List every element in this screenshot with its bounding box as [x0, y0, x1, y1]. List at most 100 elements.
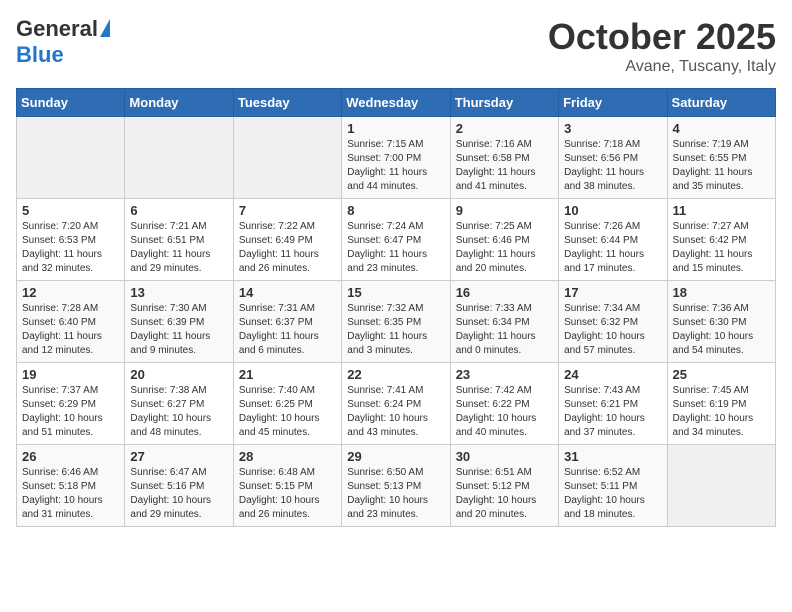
day-info: Sunrise: 7:45 AM Sunset: 6:19 PM Dayligh…: [673, 384, 770, 440]
calendar-table: SundayMondayTuesdayWednesdayThursdayFrid…: [16, 88, 776, 527]
calendar-cell: 13Sunrise: 7:30 AM Sunset: 6:39 PM Dayli…: [125, 281, 233, 363]
weekday-monday: Monday: [125, 89, 233, 117]
day-info: Sunrise: 7:26 AM Sunset: 6:44 PM Dayligh…: [564, 220, 661, 276]
day-info: Sunrise: 7:18 AM Sunset: 6:56 PM Dayligh…: [564, 138, 661, 194]
day-info: Sunrise: 7:41 AM Sunset: 6:24 PM Dayligh…: [347, 384, 444, 440]
day-number: 24: [564, 367, 661, 382]
day-number: 15: [347, 285, 444, 300]
calendar-cell: 2 Sunrise: 7:16 AM Sunset: 6:58 PM Daylig…: [450, 117, 558, 199]
calendar-cell: 30 Sunrise: 6:51 AM Sunset: 5:12 PM Dayli…: [450, 445, 558, 527]
day-number: 2: [456, 121, 553, 136]
day-info: Sunrise: 7:28 AM Sunset: 6:40 PM Dayligh…: [22, 302, 119, 358]
day-number: 28: [239, 449, 336, 464]
calendar-cell: 14Sunrise: 7:31 AM Sunset: 6:37 PM Dayli…: [233, 281, 341, 363]
calendar-cell: 25 Sunrise: 7:45 AM Sunset: 6:19 PM Dayli…: [667, 363, 775, 445]
day-number: 3: [564, 121, 661, 136]
day-number: 25: [673, 367, 770, 382]
day-info: Sunrise: 7:32 AM Sunset: 6:35 PM Dayligh…: [347, 302, 444, 358]
day-info: Sunrise: 7:42 AM Sunset: 6:22 PM Dayligh…: [456, 384, 553, 440]
day-number: 19: [22, 367, 119, 382]
calendar-cell: 31 Sunrise: 6:52 AM Sunset: 5:11 PM Dayli…: [559, 445, 667, 527]
day-info: Sunrise: 7:19 AM Sunset: 6:55 PM Dayligh…: [673, 138, 770, 194]
day-info: Sunrise: 7:30 AM Sunset: 6:39 PM Dayligh…: [130, 302, 227, 358]
logo-general-text: General: [16, 16, 98, 42]
day-number: 4: [673, 121, 770, 136]
calendar-cell: 4 Sunrise: 7:19 AM Sunset: 6:55 PM Daylig…: [667, 117, 775, 199]
day-info: Sunrise: 7:15 AM Sunset: 7:00 PM Dayligh…: [347, 138, 444, 194]
day-number: 6: [130, 203, 227, 218]
day-number: 8: [347, 203, 444, 218]
calendar-cell: 23 Sunrise: 7:42 AM Sunset: 6:22 PM Dayli…: [450, 363, 558, 445]
day-number: 23: [456, 367, 553, 382]
page-header: General Blue October 2025 Avane, Tuscany…: [16, 16, 776, 76]
day-number: 26: [22, 449, 119, 464]
day-info: Sunrise: 6:50 AM Sunset: 5:13 PM Dayligh…: [347, 466, 444, 522]
month-heading: October 2025: [548, 16, 776, 58]
calendar-cell: 19 Sunrise: 7:37 AM Sunset: 6:29 PM Dayli…: [17, 363, 125, 445]
weekday-saturday: Saturday: [667, 89, 775, 117]
logo: General Blue: [16, 16, 110, 68]
day-info: Sunrise: 7:37 AM Sunset: 6:29 PM Dayligh…: [22, 384, 119, 440]
calendar-cell: 10Sunrise: 7:26 AM Sunset: 6:44 PM Dayli…: [559, 199, 667, 281]
logo-triangle-icon: [100, 19, 110, 37]
day-number: 31: [564, 449, 661, 464]
day-number: 12: [22, 285, 119, 300]
calendar-week-3: 12 Sunrise: 7:28 AM Sunset: 6:40 PM Dayli…: [17, 281, 776, 363]
weekday-friday: Friday: [559, 89, 667, 117]
day-info: Sunrise: 7:22 AM Sunset: 6:49 PM Dayligh…: [239, 220, 336, 276]
calendar-cell: [667, 445, 775, 527]
day-info: Sunrise: 7:21 AM Sunset: 6:51 PM Dayligh…: [130, 220, 227, 276]
month-title: October 2025 Avane, Tuscany, Italy: [548, 16, 776, 76]
calendar-cell: 27 Sunrise: 6:47 AM Sunset: 5:16 PM Dayli…: [125, 445, 233, 527]
calendar-cell: 9 Sunrise: 7:25 AM Sunset: 6:46 PM Daylig…: [450, 199, 558, 281]
day-info: Sunrise: 6:46 AM Sunset: 5:18 PM Dayligh…: [22, 466, 119, 522]
calendar-week-1: 1 Sunrise: 7:15 AM Sunset: 7:00 PM Daylig…: [17, 117, 776, 199]
day-info: Sunrise: 6:47 AM Sunset: 5:16 PM Dayligh…: [130, 466, 227, 522]
day-info: Sunrise: 7:36 AM Sunset: 6:30 PM Dayligh…: [673, 302, 770, 358]
calendar-cell: 11Sunrise: 7:27 AM Sunset: 6:42 PM Dayli…: [667, 199, 775, 281]
weekday-wednesday: Wednesday: [342, 89, 450, 117]
calendar-week-2: 5Sunrise: 7:20 AM Sunset: 6:53 PM Daylig…: [17, 199, 776, 281]
weekday-sunday: Sunday: [17, 89, 125, 117]
calendar-week-5: 26 Sunrise: 6:46 AM Sunset: 5:18 PM Dayli…: [17, 445, 776, 527]
day-info: Sunrise: 6:51 AM Sunset: 5:12 PM Dayligh…: [456, 466, 553, 522]
day-number: 1: [347, 121, 444, 136]
day-number: 17: [564, 285, 661, 300]
day-info: Sunrise: 7:43 AM Sunset: 6:21 PM Dayligh…: [564, 384, 661, 440]
day-info: Sunrise: 7:27 AM Sunset: 6:42 PM Dayligh…: [673, 220, 770, 276]
day-info: Sunrise: 7:38 AM Sunset: 6:27 PM Dayligh…: [130, 384, 227, 440]
weekday-thursday: Thursday: [450, 89, 558, 117]
day-info: Sunrise: 7:20 AM Sunset: 6:53 PM Dayligh…: [22, 220, 119, 276]
calendar-cell: 17 Sunrise: 7:34 AM Sunset: 6:32 PM Dayli…: [559, 281, 667, 363]
calendar-cell: 18Sunrise: 7:36 AM Sunset: 6:30 PM Dayli…: [667, 281, 775, 363]
calendar-cell: [233, 117, 341, 199]
day-number: 9: [456, 203, 553, 218]
calendar-cell: 8Sunrise: 7:24 AM Sunset: 6:47 PM Daylig…: [342, 199, 450, 281]
calendar-cell: 26 Sunrise: 6:46 AM Sunset: 5:18 PM Dayli…: [17, 445, 125, 527]
location-heading: Avane, Tuscany, Italy: [548, 58, 776, 76]
weekday-header-row: SundayMondayTuesdayWednesdayThursdayFrid…: [17, 89, 776, 117]
calendar-cell: 15 Sunrise: 7:32 AM Sunset: 6:35 PM Dayli…: [342, 281, 450, 363]
day-number: 30: [456, 449, 553, 464]
day-info: Sunrise: 7:16 AM Sunset: 6:58 PM Dayligh…: [456, 138, 553, 194]
weekday-tuesday: Tuesday: [233, 89, 341, 117]
calendar-cell: 6 Sunrise: 7:21 AM Sunset: 6:51 PM Daylig…: [125, 199, 233, 281]
day-number: 7: [239, 203, 336, 218]
day-info: Sunrise: 7:31 AM Sunset: 6:37 PM Dayligh…: [239, 302, 336, 358]
calendar-cell: 5Sunrise: 7:20 AM Sunset: 6:53 PM Daylig…: [17, 199, 125, 281]
calendar-cell: [17, 117, 125, 199]
calendar-cell: 29Sunrise: 6:50 AM Sunset: 5:13 PM Dayli…: [342, 445, 450, 527]
calendar-week-4: 19 Sunrise: 7:37 AM Sunset: 6:29 PM Dayli…: [17, 363, 776, 445]
day-number: 27: [130, 449, 227, 464]
day-number: 21: [239, 367, 336, 382]
calendar-cell: 24 Sunrise: 7:43 AM Sunset: 6:21 PM Dayli…: [559, 363, 667, 445]
calendar-cell: [125, 117, 233, 199]
calendar-cell: 22 Sunrise: 7:41 AM Sunset: 6:24 PM Dayli…: [342, 363, 450, 445]
day-info: Sunrise: 6:52 AM Sunset: 5:11 PM Dayligh…: [564, 466, 661, 522]
day-number: 22: [347, 367, 444, 382]
day-info: Sunrise: 7:25 AM Sunset: 6:46 PM Dayligh…: [456, 220, 553, 276]
day-info: Sunrise: 7:34 AM Sunset: 6:32 PM Dayligh…: [564, 302, 661, 358]
calendar-cell: 20Sunrise: 7:38 AM Sunset: 6:27 PM Dayli…: [125, 363, 233, 445]
calendar-cell: 1 Sunrise: 7:15 AM Sunset: 7:00 PM Daylig…: [342, 117, 450, 199]
calendar-cell: 16Sunrise: 7:33 AM Sunset: 6:34 PM Dayli…: [450, 281, 558, 363]
